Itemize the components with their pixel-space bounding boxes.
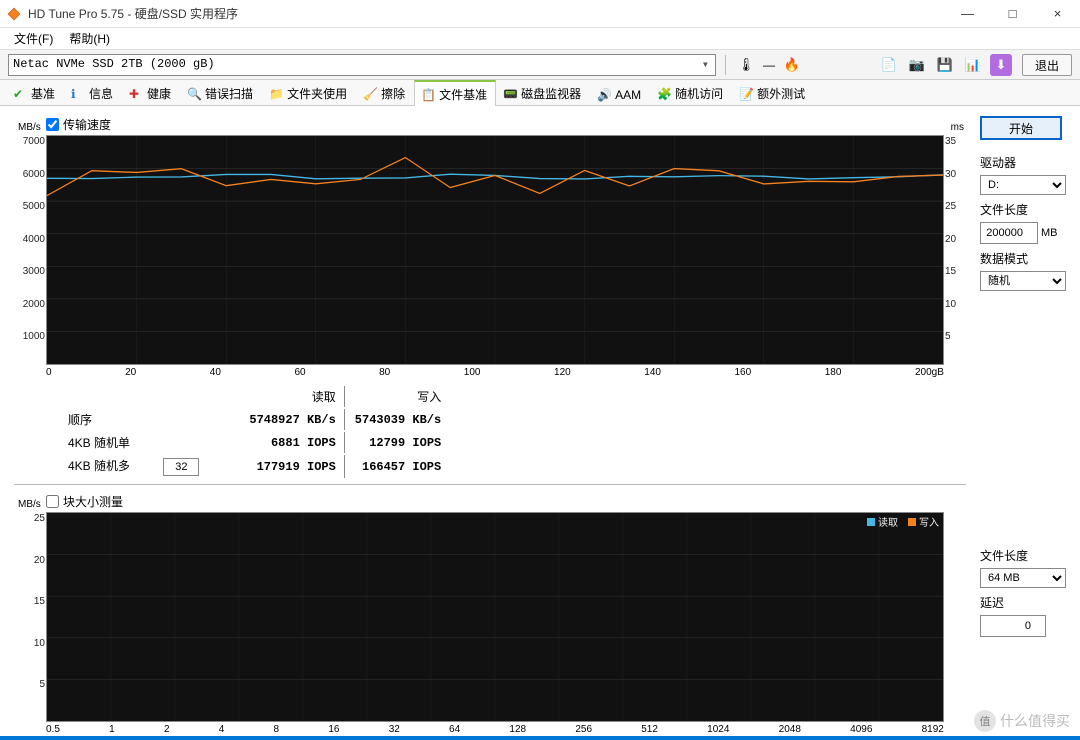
chart-legend: 读取 写入 (867, 514, 939, 529)
copy-button[interactable]: 📄 (878, 54, 900, 76)
transfer-speed-checkbox[interactable] (46, 118, 59, 131)
filelength-input[interactable] (980, 222, 1038, 244)
tab-benchmark[interactable]: ✔基准 (6, 80, 64, 105)
header-read: 读取 (241, 386, 344, 407)
x-axis-1: 020406080100120140160180200gB (46, 365, 944, 378)
results-table: 读取 写入 顺序 5748927 KB/s 5743039 KB/s 4KB 随… (58, 384, 451, 480)
datamode-label: 数据模式 (980, 250, 1066, 267)
export-button[interactable]: 📊 (962, 54, 984, 76)
window-title: HD Tune Pro 5.75 - 硬盘/SSD 实用程序 (28, 5, 945, 22)
maximize-button[interactable]: □ (990, 0, 1035, 27)
filelength2-select[interactable]: 64 MB (980, 568, 1066, 588)
tab-diskmonitor[interactable]: 📟磁盘监视器 (496, 80, 590, 105)
watermark-logo-icon: 值 (974, 710, 996, 732)
separator (725, 55, 726, 75)
temperature-warn-icon[interactable]: 🔥 (781, 54, 803, 76)
tab-errorscan[interactable]: 🔍错误扫描 (180, 80, 262, 105)
blocksize-label: 块大小测量 (63, 493, 123, 510)
table-row: 4KB 随机多 177919 IOPS 166457 IOPS (60, 455, 449, 478)
table-row: 4KB 随机单 6881 IOPS 12799 IOPS (60, 432, 449, 453)
y-unit-left-2: MB/s (18, 499, 41, 510)
toolbar: Netac NVMe SSD 2TB (2000 gB) 🌡 — 🔥 📄 📷 💾… (0, 50, 1080, 80)
minimize-button[interactable]: — (945, 0, 990, 27)
tab-bar: ✔基准 ℹ信息 ✚健康 🔍错误扫描 📁文件夹使用 🧹擦除 📋文件基准 📟磁盘监视… (0, 80, 1080, 106)
y-unit-left: MB/s (18, 122, 41, 133)
tab-aam[interactable]: 🔊AAM (590, 83, 650, 105)
download-button[interactable]: ⬇ (990, 54, 1012, 76)
erase-icon: 🧹 (363, 87, 377, 101)
temperature-icon[interactable]: 🌡 (735, 54, 757, 76)
note-icon: 📝 (739, 87, 753, 101)
y-axis-right: 3530252015105 (945, 136, 965, 364)
y-unit-right: ms (951, 122, 964, 133)
taskbar-edge (0, 736, 1080, 740)
y-axis-left-2: 252015105 (17, 513, 45, 721)
tab-erase[interactable]: 🧹擦除 (356, 80, 414, 105)
tab-folderusage[interactable]: 📁文件夹使用 (262, 80, 356, 105)
tab-health[interactable]: ✚健康 (122, 80, 180, 105)
tab-randomaccess[interactable]: 🧩随机访问 (650, 80, 732, 105)
x-axis-2: 0.512481632641282565121024204840968192 (46, 722, 944, 735)
info-icon: ℹ (71, 87, 85, 101)
filelength2-label: 文件长度 (980, 547, 1066, 564)
menu-help[interactable]: 帮助(H) (61, 28, 118, 49)
blocksize-chart: 读取 写入 252015105 (46, 512, 944, 722)
speaker-icon: 🔊 (597, 88, 611, 102)
save-button[interactable]: 💾 (934, 54, 956, 76)
filelength-label: 文件长度 (980, 201, 1066, 218)
temperature-value: — (763, 58, 775, 72)
search-icon: 🔍 (187, 87, 201, 101)
folder-icon: 📁 (269, 87, 283, 101)
delay-input[interactable] (980, 615, 1046, 637)
health-icon: ✚ (129, 87, 143, 101)
window-titlebar: HD Tune Pro 5.75 - 硬盘/SSD 实用程序 — □ × (0, 0, 1080, 28)
tab-extratests[interactable]: 📝额外测试 (732, 80, 814, 105)
close-button[interactable]: × (1035, 0, 1080, 27)
transfer-speed-label: 传输速度 (63, 116, 111, 133)
random-icon: 🧩 (657, 87, 671, 101)
y-axis-left: 7000600050004000300020001000 (17, 136, 45, 364)
monitor-icon: 📟 (503, 87, 517, 101)
header-write: 写入 (347, 386, 449, 407)
table-row: 顺序 5748927 KB/s 5743039 KB/s (60, 409, 449, 430)
filelength-unit: MB (1041, 227, 1058, 239)
exit-button[interactable]: 退出 (1022, 54, 1072, 76)
menu-bar: 文件(F) 帮助(H) (0, 28, 1080, 50)
start-button[interactable]: 开始 (980, 116, 1062, 140)
transfer-speed-chart: 7000600050004000300020001000 35302520151… (46, 135, 944, 365)
drive-letter-select[interactable]: D: (980, 175, 1066, 195)
queue-depth-input[interactable] (163, 458, 199, 476)
app-icon (6, 6, 22, 22)
datamode-select[interactable]: 随机 (980, 271, 1066, 291)
divider (14, 484, 966, 485)
tab-info[interactable]: ℹ信息 (64, 80, 122, 105)
menu-file[interactable]: 文件(F) (6, 28, 61, 49)
delay-label: 延迟 (980, 594, 1066, 611)
blocksize-checkbox[interactable] (46, 495, 59, 508)
watermark: 值 什么值得买 (974, 710, 1070, 732)
clipboard-icon: 📋 (421, 88, 435, 102)
check-icon: ✔ (13, 87, 27, 101)
drive-select[interactable]: Netac NVMe SSD 2TB (2000 gB) (8, 54, 716, 76)
tab-filebenchmark[interactable]: 📋文件基准 (414, 80, 496, 106)
screenshot-button[interactable]: 📷 (906, 54, 928, 76)
drive-label: 驱动器 (980, 154, 1066, 171)
